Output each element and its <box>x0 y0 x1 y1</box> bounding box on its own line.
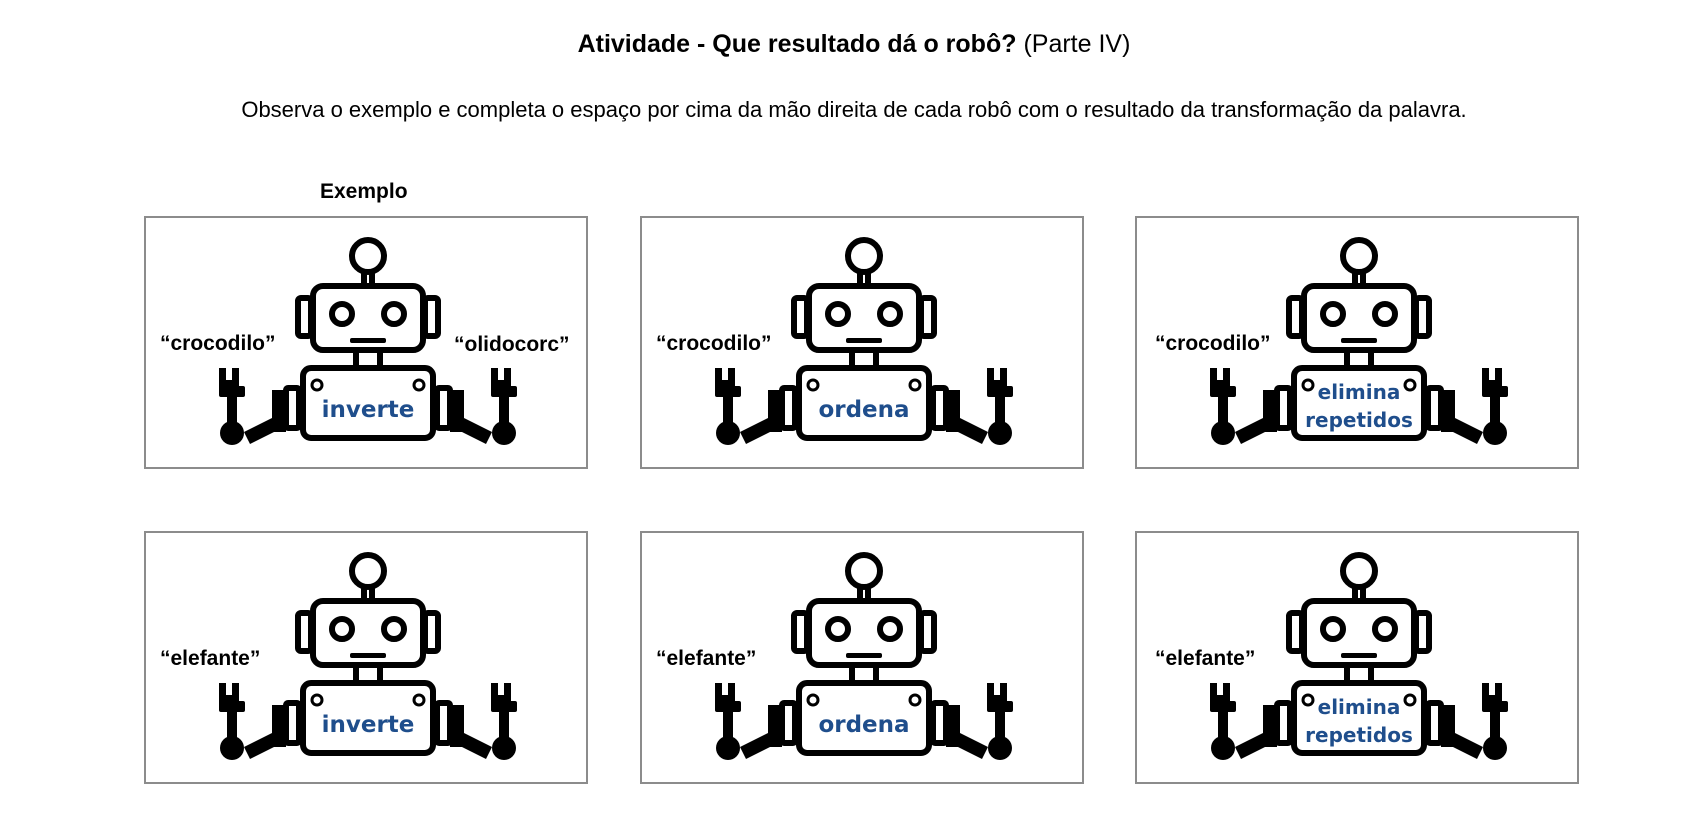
robot-card: “elefante” ordena <box>640 531 1084 784</box>
robot-card: “crocodilo” “olidocorc” inverte <box>144 216 588 469</box>
instructions: Observa o exemplo e completa o espaço po… <box>241 97 1467 122</box>
robot-card: “elefante” inverte <box>144 531 588 784</box>
answer-space[interactable] <box>942 641 1072 675</box>
operation-label: inverte <box>286 397 450 423</box>
operation-line-1: inverte <box>321 712 415 738</box>
input-word: “crocodilo” <box>160 332 276 355</box>
operation-line-1: ordena <box>818 712 910 738</box>
robot-card: “crocodilo” elimina repetidos <box>1135 216 1579 469</box>
input-word: “crocodilo” <box>656 332 772 355</box>
page-title: Atividade - Que resultado dá o robô? (Pa… <box>0 30 1708 59</box>
operation-label: inverte <box>286 712 450 738</box>
answer-space[interactable] <box>942 326 1072 360</box>
title-bold: Atividade - Que resultado dá o robô? <box>577 30 1017 58</box>
operation-label: elimina repetidos <box>1277 693 1441 749</box>
operation-line-2: repetidos <box>1305 408 1413 432</box>
robot-card: “elefante” elimina repetidos <box>1135 531 1579 784</box>
operation-label: ordena <box>782 712 946 738</box>
answer-space[interactable] <box>1437 641 1567 675</box>
input-word: “elefante” <box>1155 647 1256 670</box>
operation-line-1: ordena <box>818 397 910 423</box>
operation-label: elimina repetidos <box>1277 378 1441 434</box>
operation-line-1: elimina <box>1317 695 1401 719</box>
input-word: “crocodilo” <box>1155 332 1271 355</box>
operation-line-1: elimina <box>1317 380 1401 404</box>
robot-card: “crocodilo” ordena <box>640 216 1084 469</box>
answer-space[interactable] <box>1437 326 1567 360</box>
input-word: “elefante” <box>160 647 261 670</box>
operation-line-2: repetidos <box>1305 723 1413 747</box>
output-word: “olidocorc” <box>454 333 570 356</box>
operation-line-1: inverte <box>321 397 415 423</box>
example-label: Exemplo <box>320 180 408 203</box>
title-part: (Parte IV) <box>1023 30 1131 58</box>
answer-space[interactable] <box>446 641 576 675</box>
operation-label: ordena <box>782 397 946 423</box>
input-word: “elefante” <box>656 647 757 670</box>
